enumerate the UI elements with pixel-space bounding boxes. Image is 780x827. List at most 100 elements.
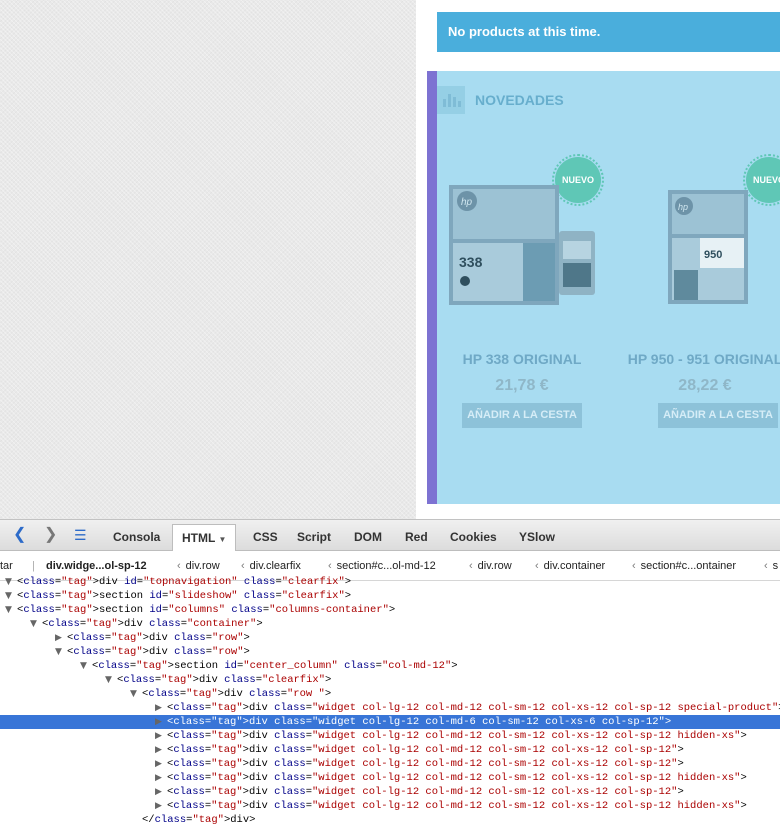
tree-node[interactable]: ▼ <class="tag">div class="row"> (0, 645, 780, 659)
tree-node[interactable]: ▶ <class="tag">div class="widget col-lg-1… (0, 729, 780, 743)
tab-consola[interactable]: Consola (113, 520, 160, 551)
firebug-toolbar: ❮ ❯ ☰ Consola HTML ▼ CSS Script DOM Red … (0, 519, 780, 552)
tree-node-text: <class="tag">div class="row "> (142, 688, 332, 700)
tree-node-text: <class="tag">section id="columns" class=… (17, 604, 396, 616)
crumb-arrow-icon: ‹ (632, 560, 636, 572)
tree-node-text: <class="tag">div class="widget col-lg-12… (167, 758, 684, 770)
add-to-cart-button[interactable]: AÑADIR A LA CESTA (462, 403, 582, 428)
tree-node-text: <class="tag">div class="widget col-lg-12… (167, 730, 747, 742)
bar-chart-icon (437, 86, 465, 114)
web-page-viewport: No products at this time. NOVEDADES NUEV… (0, 0, 780, 519)
twisty-collapsed-icon[interactable]: ▶ (155, 757, 162, 771)
tab-dom[interactable]: DOM (354, 520, 382, 551)
twisty-expanded-icon[interactable]: ▼ (5, 589, 12, 603)
tab-dropdown-icon[interactable]: ▼ (218, 535, 226, 544)
tab-html[interactable]: HTML ▼ (172, 524, 237, 552)
twisty-collapsed-icon[interactable]: ▶ (155, 799, 162, 813)
crumb-item[interactable]: ‹ section#c...ontainer (632, 560, 736, 572)
partial-label: tar (0, 560, 13, 572)
html-tree: ▼ <class="tag">div id="topnavigation" cla… (0, 576, 780, 827)
novedades-widget: NOVEDADES NUEVO hp 338 HP 338 ORIGINAL 2… (427, 71, 780, 504)
twisty-expanded-icon[interactable]: ▼ (30, 617, 37, 631)
product-image[interactable]: hp 950 (664, 186, 774, 311)
tree-node-text: <class="tag">div class="row"> (67, 632, 250, 644)
twisty-expanded-icon[interactable]: ▼ (80, 659, 87, 673)
crumb-item[interactable]: ‹ s (764, 560, 778, 572)
tab-css[interactable]: CSS (253, 520, 278, 551)
crumb-arrow-icon: ‹ (177, 560, 181, 572)
firebug-panel: ❮ ❯ ☰ Consola HTML ▼ CSS Script DOM Red … (0, 519, 780, 827)
product-card[interactable]: NUEVO hp 950 HP 950 - 951 ORIGINAL 28,22… (620, 151, 780, 441)
crumb-arrow-icon: ‹ (328, 560, 332, 572)
crumb-separator: | (32, 560, 35, 572)
twisty-collapsed-icon[interactable]: ▶ (155, 715, 162, 729)
tree-node-text: <class="tag">div class="row"> (67, 646, 250, 658)
twisty-collapsed-icon[interactable]: ▶ (155, 701, 162, 715)
command-line-icon[interactable]: ☰ (74, 526, 87, 544)
twisty-collapsed-icon[interactable]: ▶ (55, 631, 62, 645)
back-icon[interactable]: ❮ (13, 526, 26, 544)
crumb-item[interactable]: ‹ div.clearfix (241, 560, 301, 572)
product-price: 28,22 € (678, 377, 732, 394)
product-image[interactable]: hp 338 (441, 181, 601, 311)
tree-node-text: <class="tag">section id="slideshow" clas… (17, 590, 352, 602)
crumb-item[interactable]: div.widge...ol-sp-12 (46, 560, 147, 572)
twisty-collapsed-icon[interactable]: ▶ (155, 743, 162, 757)
product-price: 21,78 € (495, 377, 549, 394)
tree-node-text: <class="tag">div class="clearfix"> (117, 674, 332, 686)
tab-cookies[interactable]: Cookies (450, 520, 497, 551)
twisty-collapsed-icon[interactable]: ▶ (155, 729, 162, 743)
crumb-item[interactable]: ‹ div.row (469, 560, 512, 572)
tree-node[interactable]: ▼ <class="tag">section id="center_column"… (0, 659, 780, 673)
crumb-arrow-icon: ‹ (535, 560, 539, 572)
svg-text:hp: hp (461, 197, 473, 208)
tab-yslow[interactable]: YSlow (519, 520, 555, 551)
crumb-item[interactable]: ‹ div.row (177, 560, 220, 572)
tree-node[interactable]: ▶ <class="tag">div class="row"> (0, 631, 780, 645)
twisty-expanded-icon[interactable]: ▼ (5, 603, 12, 617)
tree-node-text: <class="tag">section id="center_column" … (92, 660, 458, 672)
inspector-highlight-border (427, 71, 437, 504)
tree-node-text: <class="tag">div class="widget col-lg-12… (167, 716, 672, 728)
tree-node[interactable]: ▼ <class="tag">div class="clearfix"> (0, 673, 780, 687)
tree-node[interactable]: ▶ <class="tag">div class="widget col-lg-1… (0, 701, 780, 715)
tree-node[interactable]: ▶ <class="tag">div class="widget col-lg-1… (0, 799, 780, 813)
product-name[interactable]: HP 950 - 951 ORIGINAL (620, 351, 780, 367)
tree-node-selected[interactable]: ▶ <class="tag">div class="widget col-lg-1… (0, 715, 780, 729)
twisty-expanded-icon[interactable]: ▼ (105, 673, 112, 687)
svg-text:hp: hp (678, 202, 688, 212)
tree-node[interactable]: ▶ <class="tag">div class="widget col-lg-1… (0, 771, 780, 785)
tree-node-text: <class="tag">div class="widget col-lg-12… (167, 772, 747, 784)
twisty-collapsed-icon[interactable]: ▶ (155, 771, 162, 785)
tree-node[interactable]: ▼ <class="tag">section id="columns" class… (0, 603, 780, 617)
widget-title: NOVEDADES (475, 92, 564, 108)
product-name[interactable]: HP 338 ORIGINAL (437, 351, 607, 367)
box-label: 950 (704, 249, 722, 261)
tree-node[interactable]: ▼ <class="tag">div id="topnavigation" cla… (0, 575, 780, 589)
add-to-cart-button[interactable]: AÑADIR A LA CESTA (658, 403, 778, 428)
page-background (0, 0, 416, 519)
tree-node-text: </class="tag">div> (142, 814, 256, 826)
tree-node[interactable]: ▼ <class="tag">div class="container"> (0, 617, 780, 631)
product-card[interactable]: NUEVO hp 338 HP 338 ORIGINAL 21,78 € AÑA… (437, 151, 607, 441)
tree-node-text: <class="tag">div id="topnavigation" clas… (17, 576, 352, 588)
forward-icon[interactable]: ❯ (44, 526, 57, 544)
crumb-item[interactable]: ‹ section#c...ol-md-12 (328, 560, 436, 572)
tree-node[interactable]: ▼ <class="tag">section id="slideshow" cla… (0, 589, 780, 603)
tree-node[interactable]: ▶ <class="tag">div class="widget col-lg-1… (0, 785, 780, 799)
twisty-collapsed-icon[interactable]: ▶ (155, 785, 162, 799)
box-label: 338 (459, 254, 483, 270)
tree-node[interactable]: ▼ <class="tag">div class="row "> (0, 687, 780, 701)
crumb-item[interactable]: ‹ div.container (535, 560, 605, 572)
tab-red[interactable]: Red (405, 520, 428, 551)
tree-node-text: <class="tag">div class="widget col-lg-12… (167, 702, 780, 714)
tree-node[interactable]: ▶ <class="tag">div class="widget col-lg-1… (0, 757, 780, 771)
twisty-expanded-icon[interactable]: ▼ (55, 645, 62, 659)
twisty-expanded-icon[interactable]: ▼ (5, 575, 12, 589)
crumb-arrow-icon: ‹ (241, 560, 245, 572)
tab-script[interactable]: Script (297, 520, 331, 551)
tree-node-text: <class="tag">div class="widget col-lg-12… (167, 786, 684, 798)
tree-node[interactable]: </class="tag">div> (0, 813, 780, 827)
tree-node[interactable]: ▶ <class="tag">div class="widget col-lg-1… (0, 743, 780, 757)
twisty-expanded-icon[interactable]: ▼ (130, 687, 137, 701)
